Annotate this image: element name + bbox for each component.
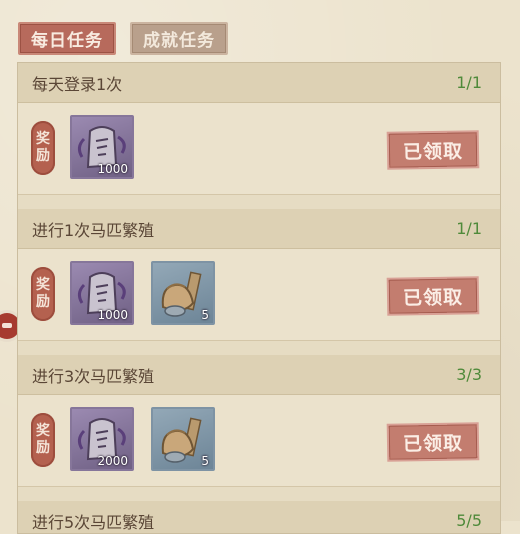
- task-header: 进行3次马匹繁殖 3/3: [18, 355, 500, 395]
- reward-seal: 奖励: [31, 267, 55, 321]
- task-header: 进行1次马匹繁殖 1/1: [18, 209, 500, 249]
- claimed-stamp: 已领取: [388, 132, 478, 168]
- feed-sack-icon[interactable]: 5: [151, 261, 215, 325]
- task-card: 进行5次马匹繁殖 5/5: [18, 501, 500, 533]
- task-card: 进行3次马匹繁殖 3/3 奖励 2000 5 已领取: [18, 355, 500, 487]
- tab-daily-tasks[interactable]: 每日任务: [18, 22, 116, 55]
- reward-seal: 奖励: [31, 121, 55, 175]
- task-title: 进行3次马匹繁殖: [32, 366, 155, 386]
- task-tabs: 每日任务 成就任务: [18, 22, 228, 55]
- item-count: 5: [201, 308, 209, 322]
- task-rewards-row: 奖励 2000 5 已领取: [18, 395, 500, 487]
- task-list[interactable]: 每天登录1次 1/1 奖励 1000 已领取 进行1次马匹繁殖 1/1 奖 励 …: [17, 62, 501, 534]
- task-rewards-row: 奖励 1000 5 已领取: [18, 249, 500, 341]
- task-progress: 3/3: [456, 365, 482, 384]
- claimed-stamp: 已领取: [388, 424, 478, 460]
- task-title: 进行1次马匹繁殖: [32, 220, 155, 240]
- purple-token-icon[interactable]: 1000: [70, 115, 134, 179]
- purple-token-icon[interactable]: 1000: [70, 261, 134, 325]
- tab-achievement-tasks[interactable]: 成就任务: [130, 22, 228, 55]
- reward-seal: 奖励: [31, 413, 55, 467]
- item-count: 1000: [97, 162, 128, 176]
- task-progress: 1/1: [456, 73, 482, 92]
- item-count: 5: [201, 454, 209, 468]
- task-card: 每天登录1次 1/1 奖励 1000 已领取: [18, 63, 500, 195]
- task-header: 进行5次马匹繁殖 5/5: [18, 501, 500, 533]
- task-title: 每天登录1次: [32, 74, 123, 94]
- task-rewards-row: 奖励 1000 已领取: [18, 103, 500, 195]
- purple-token-icon[interactable]: 2000: [70, 407, 134, 471]
- feed-sack-icon[interactable]: 5: [151, 407, 215, 471]
- item-count: 2000: [97, 454, 128, 468]
- task-progress: 1/1: [456, 219, 482, 238]
- item-count: 1000: [97, 308, 128, 322]
- task-card: 进行1次马匹繁殖 1/1 奖励 1000 5 已领取: [18, 209, 500, 341]
- task-header: 每天登录1次 1/1: [18, 63, 500, 103]
- claimed-stamp: 已领取: [388, 278, 478, 314]
